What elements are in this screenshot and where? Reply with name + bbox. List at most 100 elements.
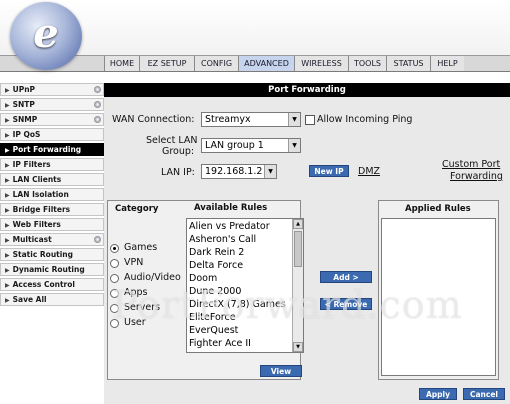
apply-button[interactable]: Apply [419, 388, 457, 400]
sidebar-item-label: Web Filters [12, 220, 61, 229]
sidebar-item-web-filters[interactable]: ▶ Web Filters [0, 218, 104, 231]
scroll-up-icon[interactable]: ▲ [293, 219, 303, 229]
sidebar-item-dynamic-routing[interactable]: ▶ Dynamic Routing [0, 263, 104, 276]
nav-status[interactable]: STATUS [386, 56, 430, 71]
arrow-right-icon: ▶ [5, 132, 10, 139]
arrow-right-icon: ▶ [5, 192, 10, 199]
arrow-right-icon: ▶ [5, 237, 10, 244]
category-radio-audio-video[interactable] [110, 274, 119, 283]
lan-group-label: Select LAN [146, 135, 198, 146]
sidebar-item-label: LAN Clients [12, 175, 62, 184]
custom-port-forwarding-link-2[interactable]: Forwarding [450, 171, 503, 182]
list-item[interactable]: Dune 2000 [189, 286, 241, 297]
status-dot-icon [94, 236, 101, 243]
arrow-right-icon: ▶ [5, 177, 10, 184]
sidebar-item-label: SNMP [12, 115, 38, 124]
sidebar-item-label: Port Forwarding [12, 145, 82, 154]
sidebar-item-snmp[interactable]: ▶ SNMP [0, 113, 104, 126]
lan-group-select[interactable]: LAN group 1 ▼ [201, 138, 301, 153]
sidebar-item-sntp[interactable]: ▶ SNTP [0, 98, 104, 111]
sidebar-item-multicast[interactable]: ▶ Multicast [0, 233, 104, 246]
sidebar-item-label: UPnP [12, 85, 36, 94]
arrow-right-icon: ▶ [5, 207, 10, 214]
arrow-right-icon: ▶ [5, 162, 10, 169]
nav-advanced[interactable]: ADVANCED [238, 56, 294, 71]
sidebar-item-label: LAN Isolation [12, 190, 69, 199]
view-button[interactable]: View [260, 365, 302, 377]
lan-ip-select[interactable]: 192.168.1.2 ▼ [201, 164, 277, 179]
arrow-right-icon: ▶ [5, 117, 10, 124]
category-label-games: Games [124, 242, 158, 253]
page-title: Port Forwarding [104, 83, 510, 97]
sidebar-item-label: Save All [12, 295, 47, 304]
nav-help[interactable]: HELP [430, 56, 464, 71]
sidebar-item-static-routing[interactable]: ▶ Static Routing [0, 248, 104, 261]
list-item[interactable]: EliteForce [189, 312, 236, 323]
allow-ping-checkbox[interactable] [305, 115, 315, 125]
category-label-vpn: VPN [124, 257, 144, 268]
sidebar-item-save-all[interactable]: ▶ Save All [0, 293, 104, 306]
custom-port-forwarding-link[interactable]: Custom Port [442, 159, 500, 170]
nav-home[interactable]: HOME [104, 56, 139, 71]
sidebar-item-lan-isolation[interactable]: ▶ LAN Isolation [0, 188, 104, 201]
allow-ping-label: Allow Incoming Ping [317, 114, 413, 125]
wan-connection-select[interactable]: Streamyx ▼ [201, 112, 301, 127]
lan-group-label-2: Group: [162, 146, 195, 157]
remove-rule-button[interactable]: < Remove [320, 298, 372, 310]
logo: e [10, 2, 82, 70]
sidebar-item-lan-clients[interactable]: ▶ LAN Clients [0, 173, 104, 186]
scroll-down-icon[interactable]: ▼ [293, 342, 303, 352]
applied-rules-header: Applied Rules [405, 204, 471, 214]
sidebar-item-bridge-filters[interactable]: ▶ Bridge Filters [0, 203, 104, 216]
available-rules-list[interactable]: Alien vs Predator Asheron's Call Dark Re… [186, 218, 304, 353]
arrow-right-icon: ▶ [5, 222, 10, 229]
category-label-apps: Apps [124, 287, 148, 298]
list-item[interactable]: Asheron's Call [189, 234, 256, 245]
list-item[interactable]: Dark Rein 2 [189, 247, 244, 258]
sidebar-item-label: IP Filters [12, 160, 51, 169]
sidebar-item-ip-filters[interactable]: ▶ IP Filters [0, 158, 104, 171]
dmz-link[interactable]: DMZ [358, 166, 380, 177]
sidebar-item-label: IP QoS [12, 130, 41, 139]
arrow-right-icon: ▶ [5, 252, 10, 259]
category-radio-games[interactable] [110, 244, 119, 253]
scroll-thumb[interactable] [294, 231, 302, 267]
category-header: Category [115, 204, 159, 214]
nav-config[interactable]: CONFIG [194, 56, 238, 71]
cancel-button[interactable]: Cancel [463, 388, 505, 400]
nav-tools[interactable]: TOOLS [348, 56, 386, 71]
arrow-right-icon: ▶ [5, 282, 10, 289]
chevron-down-icon: ▼ [288, 139, 300, 152]
nav-wireless[interactable]: WIRELESS [294, 56, 348, 71]
sidebar-item-label: SNTP [12, 100, 35, 109]
sidebar-item-access-control[interactable]: ▶ Access Control [0, 278, 104, 291]
add-rule-button[interactable]: Add > [320, 271, 372, 283]
category-radio-vpn[interactable] [110, 259, 119, 268]
applied-rules-list[interactable] [381, 218, 496, 376]
sidebar-item-label: Multicast [12, 235, 52, 244]
available-rules-scrollbar[interactable]: ▲ ▼ [292, 219, 303, 352]
list-item[interactable]: Doom [189, 273, 217, 284]
category-label-user: User [124, 317, 146, 328]
status-dot-icon [94, 101, 101, 108]
category-radio-apps[interactable] [110, 289, 119, 298]
category-radio-servers[interactable] [110, 304, 119, 313]
list-item[interactable]: EverQuest [189, 325, 238, 336]
category-radio-user[interactable] [110, 319, 119, 328]
wan-connection-value: Streamyx [205, 114, 251, 125]
sidebar: ▶ UPnP ▶ SNTP ▶ SNMP ▶ IP QoS ▶ Port Forwardi… [0, 83, 104, 345]
status-dot-icon [94, 86, 101, 93]
nav-ez-setup[interactable]: EZ SETUP [139, 56, 194, 71]
sidebar-item-ip-qos[interactable]: ▶ IP QoS [0, 128, 104, 141]
lan-group-value: LAN group 1 [205, 140, 264, 151]
sidebar-item-label: Static Routing [12, 250, 74, 259]
sidebar-item-upnp[interactable]: ▶ UPnP [0, 83, 104, 96]
sidebar-item-port-forwarding[interactable]: ▶ Port Forwarding [0, 143, 104, 156]
chevron-down-icon: ▼ [288, 113, 300, 126]
list-item[interactable]: Fighter Ace II [189, 338, 251, 349]
list-item[interactable]: DirectX (7,8) Games [189, 299, 286, 310]
arrow-right-icon: ▶ [5, 267, 10, 274]
new-ip-button[interactable]: New IP [309, 165, 349, 177]
list-item[interactable]: Alien vs Predator [189, 221, 270, 232]
list-item[interactable]: Delta Force [189, 260, 243, 271]
